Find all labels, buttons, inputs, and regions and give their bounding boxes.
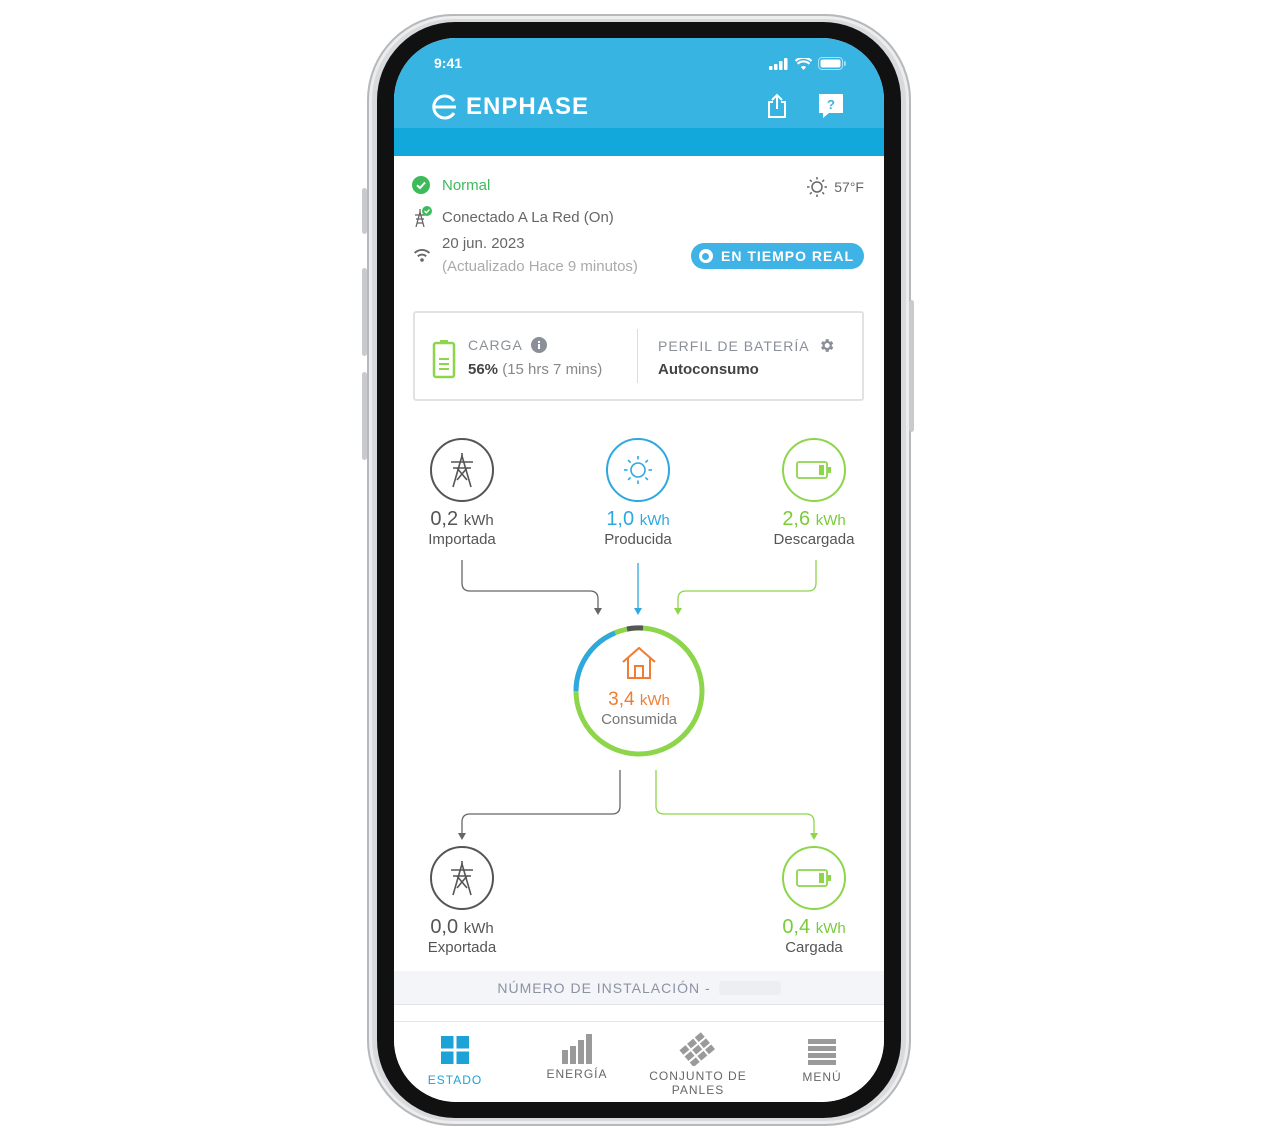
produce-arrow-head <box>634 608 642 615</box>
tab-conjunto-paneles[interactable]: CONJUNTO DE PANLES <box>630 1032 766 1097</box>
imported-value: 0,2 kWh <box>394 508 542 531</box>
export-flow-line <box>461 770 621 835</box>
exported-grid-circle <box>430 846 494 910</box>
menu-hamburger-icon <box>808 1039 836 1065</box>
imported-label: Importada <box>428 531 496 548</box>
phone-volume-down-button <box>362 372 367 460</box>
tab-energia[interactable]: ENERGÍA <box>542 1034 612 1081</box>
produced-label: Producida <box>604 531 672 548</box>
exported-node[interactable]: 0,0 kWh Exportada <box>394 846 542 956</box>
exported-unit: kWh <box>463 920 494 937</box>
tab-estado-label: ESTADO <box>427 1073 483 1087</box>
discharged-value: 2,6 kWh <box>734 508 884 531</box>
discharged-unit: kWh <box>815 512 846 529</box>
tab-estado[interactable]: ESTADO <box>422 1036 488 1087</box>
consumed-amount: 3,4 <box>608 689 635 710</box>
consumed-unit: kWh <box>639 692 670 709</box>
tab-conjunto-label: CONJUNTO DE PANLES <box>649 1069 747 1097</box>
installation-label: NÚMERO DE INSTALACIÓN - <box>497 979 711 996</box>
discharged-node[interactable]: 2,6 kWh Descargada <box>734 438 884 548</box>
consumed-content: 3,4 kWh Consumida <box>574 646 704 728</box>
produced-solar-circle <box>606 438 670 502</box>
charged-battery-circle <box>782 846 846 910</box>
exported-amount: 0,0 <box>430 916 459 938</box>
app-screen: 9:41 ENPHASE ? Normal 57°F Conectado A L… <box>394 38 884 1102</box>
tab-menu-label: MENÚ <box>802 1070 842 1084</box>
tab-menu[interactable]: MENÚ <box>792 1039 852 1084</box>
imported-node[interactable]: 0,2 kWh Importada <box>394 438 542 548</box>
discharged-battery-circle <box>782 438 846 502</box>
imported-amount: 0,2 <box>430 508 459 530</box>
produced-amount: 1,0 <box>606 508 635 530</box>
grid-tower-icon <box>451 861 473 896</box>
consumed-label: Consumida <box>601 711 677 728</box>
charged-amount: 0,4 <box>782 916 811 938</box>
charge-flow-line <box>655 770 815 835</box>
import-flow-line <box>461 560 599 610</box>
consumed-node[interactable]: 3,4 kWh Consumida <box>574 626 704 756</box>
charged-node[interactable]: 0,4 kWh Cargada <box>734 846 884 956</box>
consumed-value: 3,4 kWh <box>574 689 704 711</box>
tab-energia-label: ENERGÍA <box>546 1067 608 1081</box>
dashboard-grid-icon <box>441 1036 469 1064</box>
bar-chart-icon <box>562 1034 592 1064</box>
produced-value: 1,0 kWh <box>558 508 718 531</box>
produced-node[interactable]: 1,0 kWh Producida <box>558 438 718 548</box>
phone-power-button <box>909 300 914 432</box>
export-arrow-head <box>458 833 466 840</box>
charged-value: 0,4 kWh <box>734 916 884 939</box>
discharged-amount: 2,6 <box>782 508 811 530</box>
imported-unit: kWh <box>463 512 494 529</box>
produced-unit: kWh <box>639 512 670 529</box>
phone-volume-up-button <box>362 268 367 356</box>
bottom-tab-bar: ESTADO ENERGÍA CONJUNTO DE PANLES MENÚ <box>394 1021 884 1102</box>
grid-tower-icon <box>451 453 473 488</box>
battery-icon <box>796 461 831 479</box>
import-arrow-head <box>594 608 602 615</box>
installation-number-bar: NÚMERO DE INSTALACIÓN - <box>394 971 884 1005</box>
exported-value: 0,0 kWh <box>394 916 542 939</box>
discharged-label: Descargada <box>773 531 855 548</box>
exported-label: Exportada <box>427 939 497 956</box>
charged-label: Cargada <box>785 939 843 956</box>
battery-icon <box>796 869 831 887</box>
imported-grid-circle <box>430 438 494 502</box>
solar-array-icon <box>679 1032 716 1068</box>
discharge-flow-line <box>677 560 817 610</box>
charge-arrow-head <box>810 833 818 840</box>
solar-sun-icon <box>624 456 652 484</box>
discharge-arrow-head <box>674 608 682 615</box>
home-icon <box>622 646 656 679</box>
installation-number-redacted <box>718 980 781 995</box>
phone-side-button <box>362 188 367 234</box>
charged-unit: kWh <box>815 920 846 937</box>
